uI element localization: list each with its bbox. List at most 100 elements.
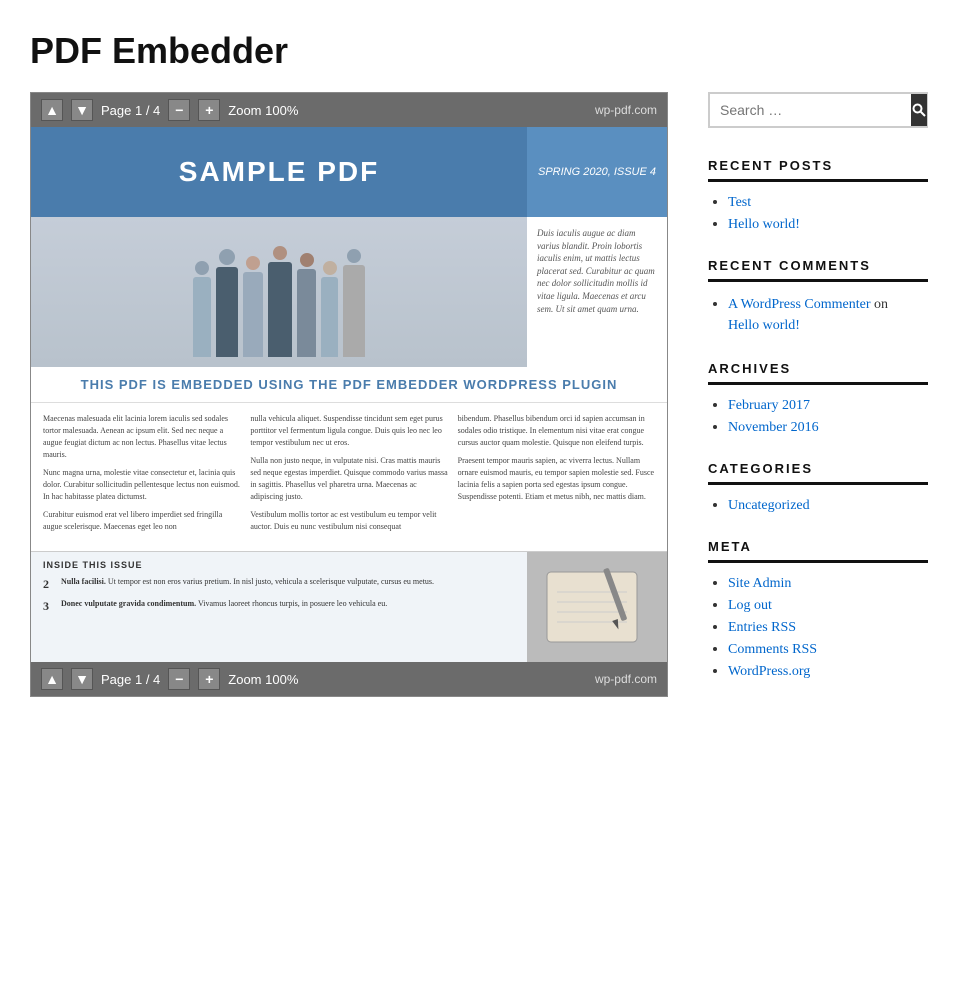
- pdf-main-title: SAMPLE PDF: [179, 156, 379, 188]
- pdf-header-subtitle-area: SPRING 2020, ISSUE 4: [527, 127, 667, 217]
- inside-item2-bold: Donec vulputate gravida condimentum.: [61, 599, 196, 608]
- recent-comments-title: RECENT COMMENTS: [708, 258, 928, 282]
- inside-item2-rest: Vivamus laoreet rhoncus turpis, in posue…: [196, 599, 387, 608]
- sidebar-meta: META Site Admin Log out Entries RSS Comm…: [708, 539, 928, 680]
- prev-page-button-bottom[interactable]: ▲: [41, 668, 63, 690]
- inside-item2-num: 3: [43, 598, 55, 615]
- categories-title: CATEGORIES: [708, 461, 928, 485]
- col2-p2: Nulla non justo neque, in vulputate nisi…: [250, 455, 447, 503]
- main-content: ▲ ▼ Page 1 / 4 − + Zoom 100% wp-pdf.com …: [30, 92, 668, 697]
- col1-p3: Curabitur euismod erat vel libero imperd…: [43, 509, 240, 533]
- search-button[interactable]: [911, 94, 927, 126]
- inside-title: INSIDE THIS ISSUE: [43, 560, 515, 570]
- zoom-in-button[interactable]: +: [198, 99, 220, 121]
- col3-p1: bibendum. Phasellus bibendum orci id sap…: [458, 413, 655, 449]
- page-indicator: Page 1 / 4: [101, 103, 160, 118]
- next-page-button-bottom[interactable]: ▼: [71, 668, 93, 690]
- pdf-page: SAMPLE PDF SPRING 2020, ISSUE 4: [31, 127, 667, 662]
- pdf-article-title: THIS PDF IS EMBEDDED USING THE PDF EMBED…: [31, 367, 667, 403]
- page-wrapper: PDF Embedder ▲ ▼ Page 1 / 4 − + Zoom 100…: [0, 0, 958, 991]
- search-box: [708, 92, 928, 128]
- search-icon: [911, 102, 927, 118]
- sidebar: RECENT POSTS Test Hello world! RECENT CO…: [708, 92, 928, 705]
- sidebar-recent-comments: RECENT COMMENTS A WordPress Commenter on…: [708, 258, 928, 336]
- comment-on-text: on: [874, 297, 888, 312]
- pdf-header: SAMPLE PDF SPRING 2020, ISSUE 4: [31, 127, 667, 217]
- pdf-inside-image: [527, 552, 667, 662]
- list-item: Entries RSS: [728, 619, 928, 636]
- pdf-col-3: bibendum. Phasellus bibendum orci id sap…: [458, 413, 655, 539]
- list-item: Comments RSS: [728, 641, 928, 658]
- list-item: February 2017: [728, 397, 928, 414]
- zoom-out-button-bottom[interactable]: −: [168, 668, 190, 690]
- pdf-col-1: Maecenas malesuada elit lacinia lorem ia…: [43, 413, 240, 539]
- categories-list: Uncategorized: [708, 497, 928, 514]
- list-item: Hello world!: [728, 216, 928, 233]
- inside-item1-text: Nulla facilisi. Ut tempor est non eros v…: [61, 576, 434, 593]
- list-item: Log out: [728, 597, 928, 614]
- zoom-out-button[interactable]: −: [168, 99, 190, 121]
- recent-post-hello[interactable]: Hello world!: [728, 217, 800, 232]
- pdf-watermark-bottom: wp-pdf.com: [595, 672, 657, 686]
- inside-item1-bold: Nulla facilisi.: [61, 577, 106, 586]
- inside-item2-text: Donec vulputate gravida condimentum. Viv…: [61, 598, 387, 615]
- meta-wordpress-org[interactable]: WordPress.org: [728, 664, 810, 679]
- pdf-col-2: nulla vehicula aliquet. Suspendisse tinc…: [250, 413, 447, 539]
- inside-item1-rest: Ut tempor est non eros varius pretium. I…: [106, 577, 434, 586]
- archive-feb-2017[interactable]: February 2017: [728, 398, 810, 413]
- archive-nov-2016[interactable]: November 2016: [728, 420, 819, 435]
- comment-author-link[interactable]: A WordPress Commenter: [728, 297, 871, 312]
- zoom-in-button-bottom[interactable]: +: [198, 668, 220, 690]
- col2-p3: Vestibulum mollis tortor ac est vestibul…: [250, 509, 447, 533]
- meta-title: META: [708, 539, 928, 563]
- zoom-indicator-bottom: Zoom 100%: [228, 672, 298, 687]
- sidebar-recent-posts: RECENT POSTS Test Hello world!: [708, 158, 928, 233]
- recent-post-test[interactable]: Test: [728, 195, 751, 210]
- pdf-inside-right-image: [527, 552, 667, 662]
- archives-list: February 2017 November 2016: [708, 397, 928, 436]
- inside-item-1: 2 Nulla facilisi. Ut tempor est non eros…: [43, 576, 515, 593]
- col1-p2: Nunc magna urna, molestie vitae consecte…: [43, 467, 240, 503]
- sidebar-categories: CATEGORIES Uncategorized: [708, 461, 928, 514]
- pdf-inside-left: INSIDE THIS ISSUE 2 Nulla facilisi. Ut t…: [31, 552, 527, 662]
- pdf-toolbar-top: ▲ ▼ Page 1 / 4 − + Zoom 100% wp-pdf.com: [31, 93, 667, 127]
- pdf-viewer: ▲ ▼ Page 1 / 4 − + Zoom 100% wp-pdf.com …: [30, 92, 668, 697]
- list-item: WordPress.org: [728, 663, 928, 680]
- recent-posts-list: Test Hello world!: [708, 194, 928, 233]
- col1-p1: Maecenas malesuada elit lacinia lorem ia…: [43, 413, 240, 461]
- search-input[interactable]: [710, 94, 911, 126]
- recent-comments-list: A WordPress Commenter on Hello world!: [708, 294, 928, 336]
- comment-post-link[interactable]: Hello world!: [728, 318, 800, 333]
- col3-p2: Praesent tempor mauris sapien, ac viverr…: [458, 455, 655, 503]
- meta-log-out[interactable]: Log out: [728, 598, 772, 613]
- pdf-image-area: [31, 217, 527, 367]
- zoom-indicator: Zoom 100%: [228, 103, 298, 118]
- pdf-body-columns: Maecenas malesuada elit lacinia lorem ia…: [31, 403, 667, 549]
- prev-page-button[interactable]: ▲: [41, 99, 63, 121]
- inside-item1-num: 2: [43, 576, 55, 593]
- pdf-side-text: Duis iaculis augue ac diam varius blandi…: [527, 217, 667, 367]
- meta-entries-rss[interactable]: Entries RSS: [728, 620, 796, 635]
- sidebar-archives: ARCHIVES February 2017 November 2016: [708, 361, 928, 436]
- list-item: November 2016: [728, 419, 928, 436]
- list-item: A WordPress Commenter on Hello world!: [728, 294, 928, 336]
- content-area: ▲ ▼ Page 1 / 4 − + Zoom 100% wp-pdf.com …: [30, 92, 928, 705]
- col2-p1: nulla vehicula aliquet. Suspendisse tinc…: [250, 413, 447, 449]
- pdf-watermark: wp-pdf.com: [595, 103, 657, 117]
- category-uncategorized[interactable]: Uncategorized: [728, 498, 810, 513]
- recent-posts-title: RECENT POSTS: [708, 158, 928, 182]
- archives-title: ARCHIVES: [708, 361, 928, 385]
- inside-item-2: 3 Donec vulputate gravida condimentum. V…: [43, 598, 515, 615]
- site-title: PDF Embedder: [30, 30, 928, 72]
- meta-comments-rss[interactable]: Comments RSS: [728, 642, 817, 657]
- list-item: Test: [728, 194, 928, 211]
- pdf-toolbar-bottom: ▲ ▼ Page 1 / 4 − + Zoom 100% wp-pdf.com: [31, 662, 667, 696]
- pdf-inside-section: INSIDE THIS ISSUE 2 Nulla facilisi. Ut t…: [31, 551, 667, 662]
- page-indicator-bottom: Page 1 / 4: [101, 672, 160, 687]
- pdf-header-title-area: SAMPLE PDF: [31, 127, 527, 217]
- meta-list: Site Admin Log out Entries RSS Comments …: [708, 575, 928, 680]
- pdf-subtitle: SPRING 2020, ISSUE 4: [538, 166, 656, 178]
- pdf-image-row: Duis iaculis augue ac diam varius blandi…: [31, 217, 667, 367]
- meta-site-admin[interactable]: Site Admin: [728, 576, 791, 591]
- next-page-button[interactable]: ▼: [71, 99, 93, 121]
